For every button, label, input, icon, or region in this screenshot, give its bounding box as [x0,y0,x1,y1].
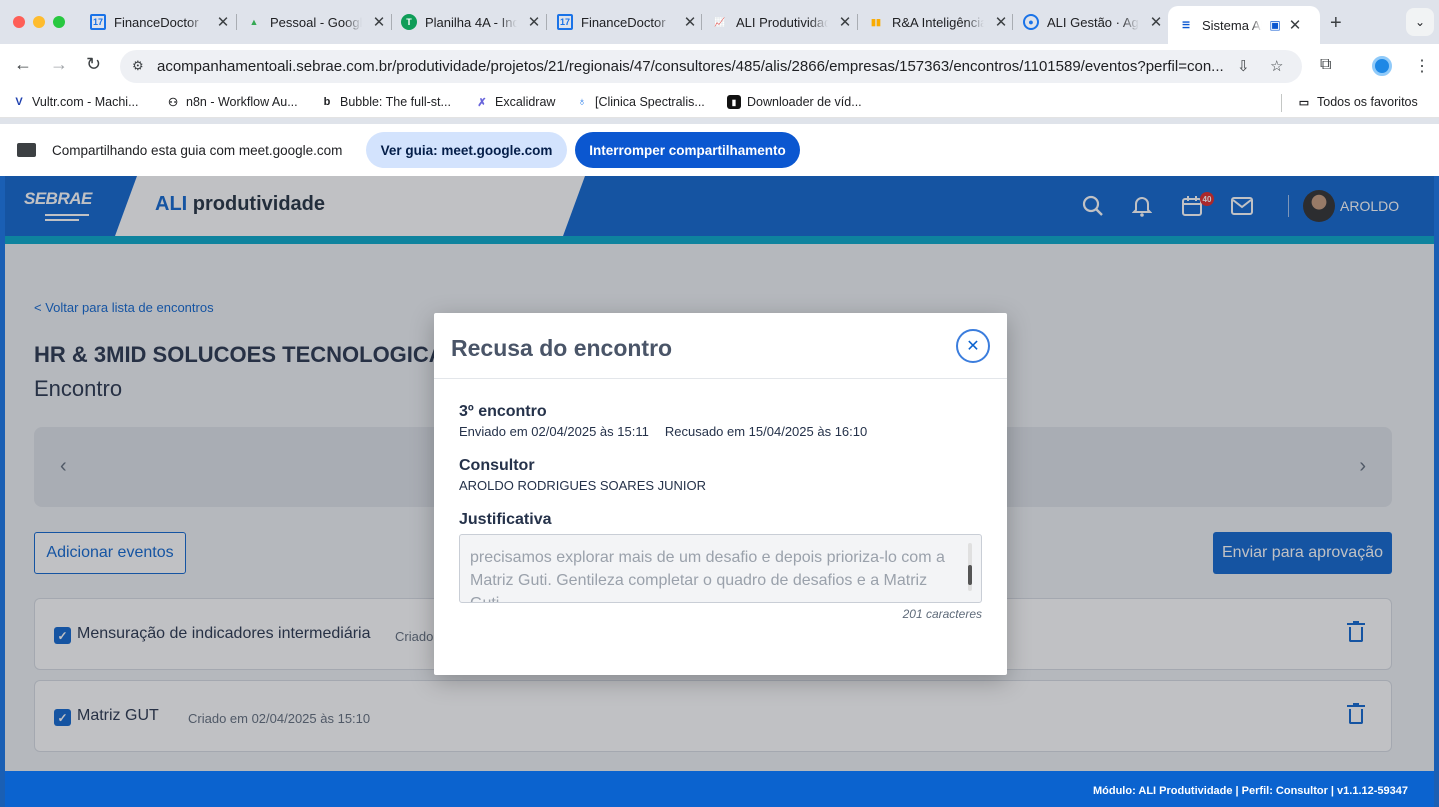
textarea-scrollbar[interactable] [968,543,972,591]
screen-share-icon [17,143,36,157]
calendar-icon: 17 [90,14,106,30]
browser-tab-2[interactable]: ▲ Pessoal - Google Drive ✕ [246,8,386,36]
excalidraw-icon: ✗ [477,96,487,109]
justification-label: Justificativa [459,511,552,528]
site-info-icon[interactable]: ⚙ [132,58,144,74]
bubble-icon: b [323,96,331,108]
forward-arrow-icon[interactable]: → [50,54,68,75]
all-bookmarks[interactable]: ▭ Todos os favoritos [1297,95,1418,109]
close-tab-icon[interactable]: ✕ [216,13,230,31]
bookmark-clinica[interactable]: ♁ [Clinica Spectralis... [575,95,705,109]
browser-tab-4[interactable]: 17 FinanceDoctor ✕ [557,8,697,36]
drive-icon: ▲ [249,17,259,27]
close-window-button[interactable] [13,16,25,28]
more-menu-icon[interactable]: ⋮ [1414,56,1430,76]
screen-share-bar: Compartilhando esta guia com meet.google… [0,124,1439,176]
url-text[interactable]: acompanhamentoali.sebrae.com.br/produtiv… [157,58,1237,75]
refusal-dialog: Recusa do encontro ✕ 3º encontro Enviado… [434,313,1007,675]
bookmark-vultr[interactable]: V Vultr.com - Machi... [12,95,138,109]
view-tab-button[interactable]: Ver guia: meet.google.com [366,132,567,168]
clinica-icon: ♁ [577,96,587,108]
screen-share-icon: ▣ [1269,18,1281,32]
n8n-icon: ⚇ [168,96,178,109]
consultant-name: AROLDO RODRIGUES SOARES JUNIOR [459,478,707,493]
browser-tab-5[interactable]: 📈 ALI Produtividade ✕ [712,8,852,36]
browser-tab-1[interactable]: 17 FinanceDoctor ✕ [90,8,230,36]
close-icon[interactable]: ✕ [956,329,990,363]
browser-tab-active[interactable]: ☰ Sistema ALI ▣ ✕ [1168,6,1320,44]
browser-tab-6[interactable]: ▮▮ R&A Inteligência ✕ [868,8,1008,36]
minimize-window-button[interactable] [33,16,45,28]
folder-icon: ▭ [1298,96,1310,109]
vultr-icon: V [15,96,23,108]
dialog-title: Recusa do encontro [451,335,673,361]
close-tab-icon[interactable]: ✕ [527,13,541,31]
close-tab-icon[interactable]: ✕ [1149,13,1163,31]
chart-icon: 📈 [714,16,726,27]
close-tab-icon[interactable]: ✕ [683,13,697,31]
meeting-dates: Enviado em 02/04/2025 às 15:11 Recusado e… [459,424,868,439]
app-footer: Módulo: ALI Produtividade | Perfil: Cons… [5,771,1434,807]
bars-icon: ▮▮ [871,16,881,27]
browser-tab-strip: 17 FinanceDoctor ✕ ▲ Pessoal - Google Dr… [0,0,1439,44]
meeting-number: 3º encontro [459,403,547,420]
downloader-icon: ▮ [727,95,741,109]
browser-toolbar: ← → ↻ ⚙ acompanhamentoali.sebrae.com.br/… [0,44,1439,88]
bookmark-n8n[interactable]: ⚇ n8n - Workflow Au... [166,95,298,109]
calendar-icon: 17 [557,14,573,30]
stop-sharing-button[interactable]: Interromper compartilhamento [575,132,800,168]
close-tab-icon[interactable]: ✕ [372,13,386,31]
close-tab-icon[interactable]: ✕ [1288,16,1302,34]
menu-icon: ☰ [1181,19,1191,30]
install-app-icon[interactable]: ⇩ [1237,57,1250,75]
target-icon: ● [1023,14,1039,30]
browser-tab-3[interactable]: T Planilha 4A - Indicadores ✕ [401,8,541,36]
bookmarks-bar: V Vultr.com - Machi... ⚇ n8n - Workflow … [0,88,1439,118]
bookmark-bubble[interactable]: b Bubble: The full-st... [320,95,451,109]
bookmark-star-icon[interactable]: ☆ [1270,57,1283,75]
sheet-icon: T [401,14,417,30]
maximize-window-button[interactable] [53,16,65,28]
tab-search-button[interactable]: ⌄ [1406,8,1434,36]
new-tab-button[interactable]: + [1330,12,1342,35]
extensions-icon[interactable]: ⧉ [1320,56,1331,74]
character-count: 201 caracteres [902,607,982,621]
close-tab-icon[interactable]: ✕ [994,13,1008,31]
footer-version: Módulo: ALI Produtividade | Perfil: Cons… [1092,785,1408,797]
address-bar[interactable]: ⚙ acompanhamentoali.sebrae.com.br/produt… [120,50,1302,83]
consultant-label: Consultor [459,457,535,474]
bookmark-downloader[interactable]: ▮ Downloader de víd... [727,95,862,109]
browser-tab-7[interactable]: ● ALI Gestão · Agenda ✕ [1023,8,1163,36]
back-arrow-icon[interactable]: ← [14,54,32,75]
bookmark-excalidraw[interactable]: ✗ Excalidraw [475,95,555,109]
reload-icon[interactable]: ↻ [86,54,101,75]
profile-extension-icon[interactable] [1372,56,1392,76]
close-tab-icon[interactable]: ✕ [838,13,852,31]
justification-textarea[interactable]: precisamos explorar mais de um desafio e… [459,534,982,603]
